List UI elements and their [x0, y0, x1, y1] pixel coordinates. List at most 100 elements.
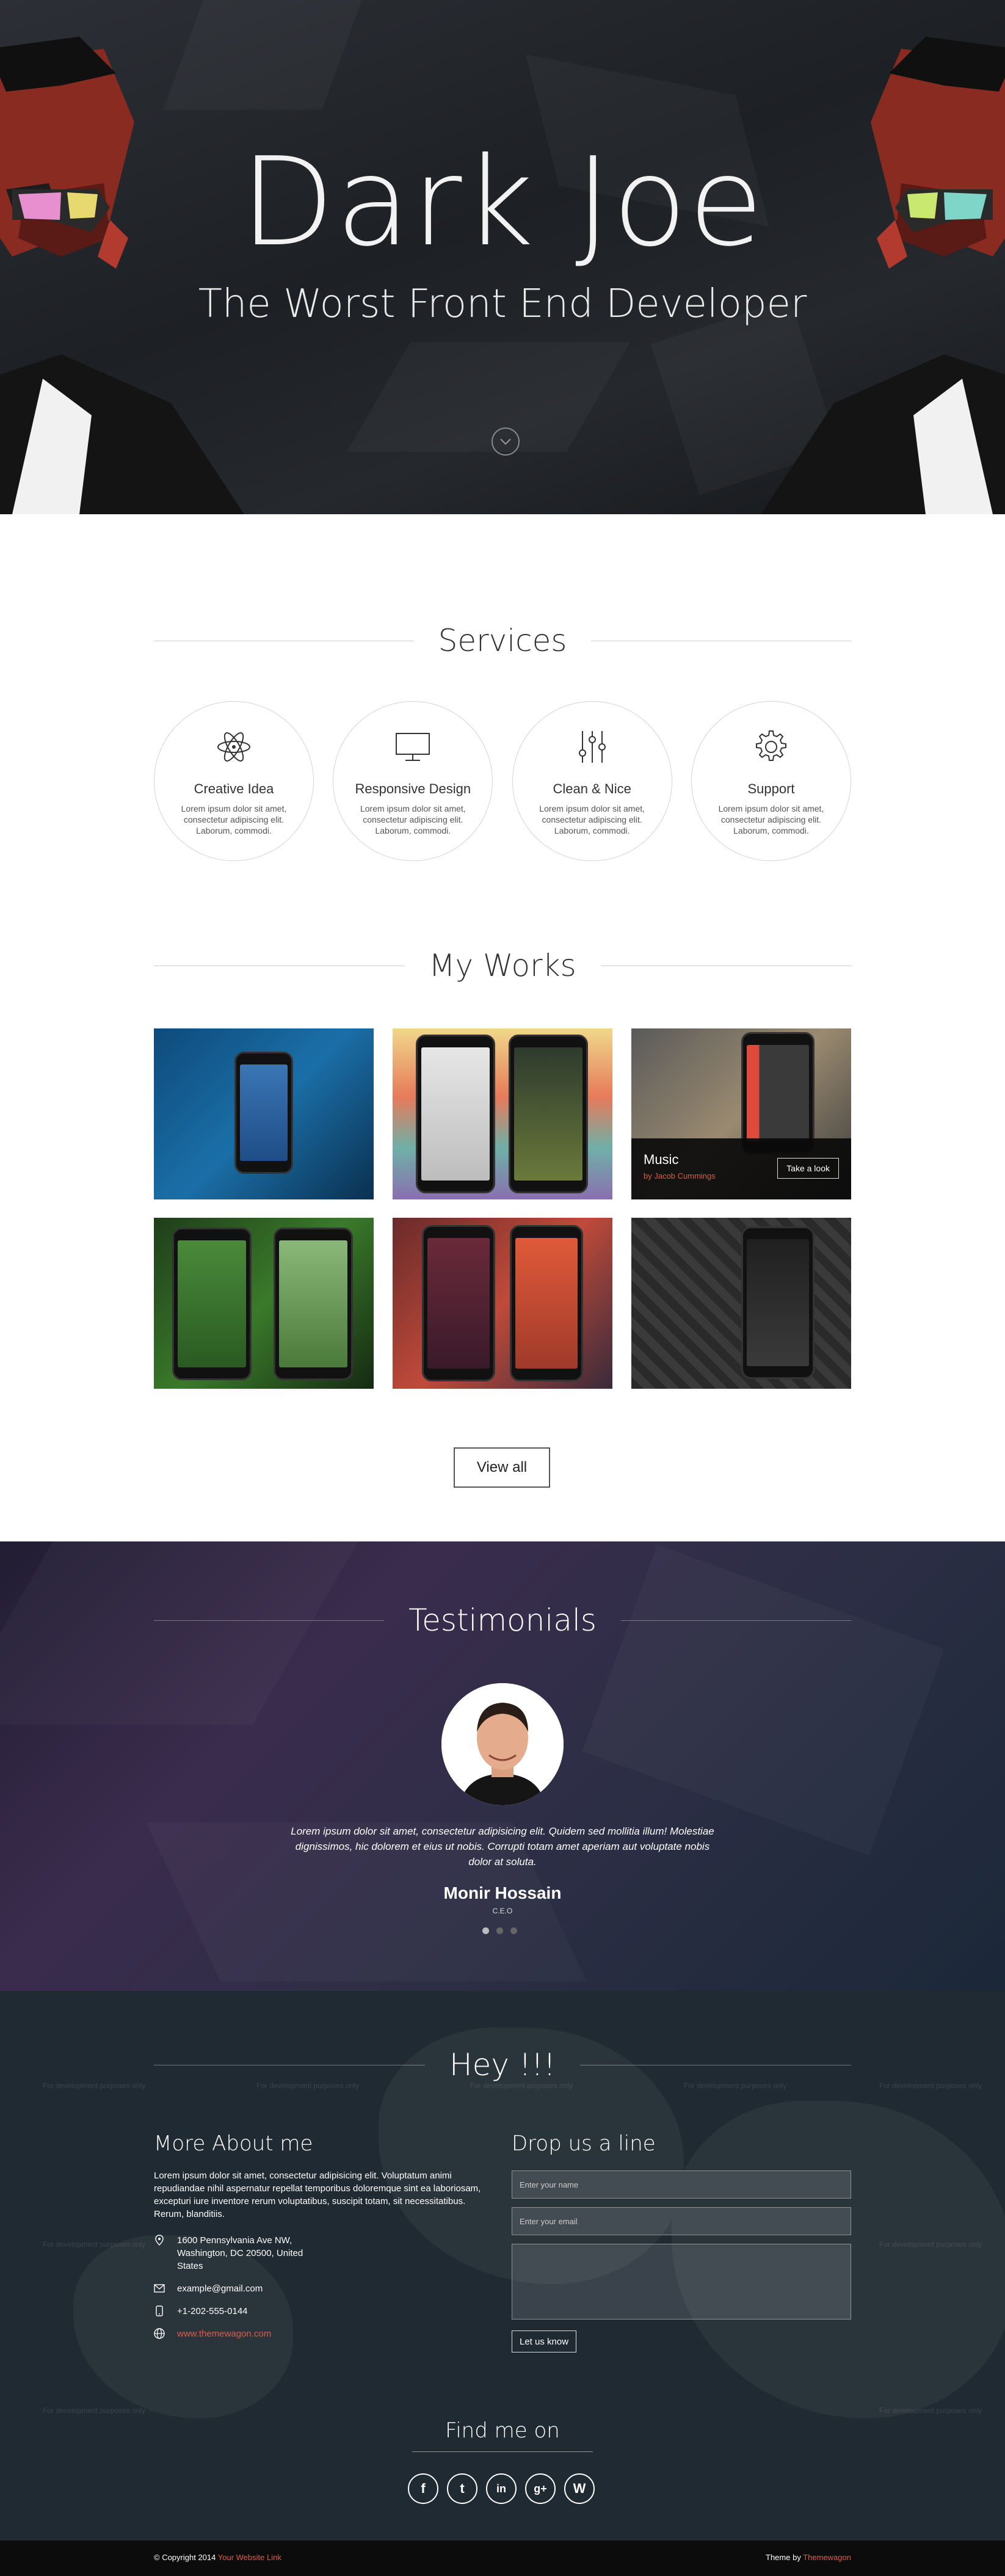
phone-image: [234, 1052, 293, 1174]
gear-icon: [755, 730, 786, 761]
carousel-dot[interactable]: [496, 1927, 503, 1934]
contact-heading: Hey !!!: [154, 2047, 852, 2083]
twitter-icon[interactable]: t: [447, 2473, 477, 2504]
service-title: Support: [747, 781, 795, 796]
footer-credit: Theme by Themewagon: [766, 2553, 851, 2562]
testimonial-quote: Lorem ipsum dolor sit amet, consectetur …: [291, 1825, 714, 1868]
phone-icon: [156, 2305, 163, 2316]
service-title: Clean & Nice: [553, 781, 631, 796]
name-field[interactable]: [512, 2170, 851, 2199]
phone-image: [274, 1228, 353, 1380]
work-item[interactable]: [154, 1218, 374, 1389]
work-item[interactable]: [631, 1218, 851, 1389]
phone-image: [510, 1225, 583, 1381]
map-watermark: For development purposes only: [43, 2081, 146, 2090]
social-links: f t in g+ W: [408, 2473, 595, 2504]
testimonial-role: C.E.O: [492, 1907, 513, 1915]
address-text: 1600 Pennsylvania Ave NW, Washington, DC…: [177, 2235, 303, 2271]
send-button[interactable]: Let us know: [512, 2330, 577, 2352]
phone-image: [741, 1226, 815, 1379]
envelope-icon: [154, 2284, 165, 2293]
hero-subtitle: The Worst Front End Developer: [198, 282, 807, 327]
service-text: Lorem ipsum dolor sit amet, consectetur …: [181, 804, 287, 835]
website-link[interactable]: Your Website Link: [218, 2553, 281, 2562]
find-title: Find me on: [412, 2418, 593, 2452]
portrait-right-image: [761, 37, 1005, 514]
email-text: example@gmail.com: [177, 2283, 263, 2294]
location-pin-icon: [155, 2235, 164, 2246]
carousel-dot[interactable]: [510, 1927, 517, 1934]
contact-title: Hey !!!: [449, 2047, 556, 2083]
phone-image: [416, 1035, 495, 1193]
service-text: Lorem ipsum dolor sit amet, consectetur …: [539, 804, 645, 835]
work-item[interactable]: [393, 1218, 612, 1389]
works-grid: Music by Jacob Cummings Take a look: [154, 1028, 851, 1389]
chevron-down-icon: [500, 438, 511, 445]
phone-text: +1-202-555-0144: [177, 2306, 248, 2316]
address-row: 1600 Pennsylvania Ave NW, Washington, DC…: [154, 2234, 496, 2272]
view-all-button[interactable]: View all: [454, 1447, 550, 1488]
service-support: Support Lorem ipsum dolor sit amet, cons…: [691, 701, 851, 861]
linkedin-icon[interactable]: in: [486, 2473, 517, 2504]
facebook-icon[interactable]: f: [408, 2473, 438, 2504]
phone-image: [509, 1035, 588, 1193]
monitor-icon: [396, 733, 430, 761]
hero-title: Dark Joe: [240, 131, 765, 274]
sliders-icon: [578, 731, 606, 763]
divider: [620, 1620, 851, 1621]
map-watermark: For development purposes only: [684, 2081, 787, 2090]
work-item-featured[interactable]: Music by Jacob Cummings Take a look: [631, 1028, 851, 1199]
about-title: More About me: [154, 2131, 313, 2156]
contact-form: Drop us a line Let us know: [512, 2131, 851, 2352]
wordpress-icon[interactable]: W: [564, 2473, 595, 2504]
carousel-dot[interactable]: [482, 1927, 489, 1934]
map-watermark: For development purposes only: [256, 2081, 360, 2090]
work-item[interactable]: [393, 1028, 612, 1199]
map-watermark: For development purposes only: [43, 2240, 146, 2249]
service-responsive-design: Responsive Design Lorem ipsum dolor sit …: [333, 701, 493, 861]
service-title: Responsive Design: [355, 781, 471, 796]
website-row: www.themewagon.com: [154, 2327, 496, 2340]
atom-icon: [217, 732, 250, 762]
globe-icon: [154, 2328, 165, 2339]
about-column: More About me Lorem ipsum dolor sit amet…: [154, 2131, 496, 2340]
email-field[interactable]: [512, 2207, 851, 2235]
footer: © Copyright 2014 Your Website Link Theme…: [0, 2541, 1005, 2576]
map-watermark: For development purposes only: [879, 2406, 982, 2415]
map-watermark: For development purposes only: [879, 2081, 982, 2090]
contact-section: For development purposes only For develo…: [0, 1991, 1005, 2541]
map-watermark: For development purposes only: [43, 2406, 146, 2415]
works-title: My Works: [429, 948, 576, 983]
scroll-down-button[interactable]: [492, 428, 520, 456]
copyright-text: © Copyright 2014: [154, 2553, 216, 2562]
map-watermark: For development purposes only: [879, 2240, 982, 2249]
find-me-on: Find me on: [0, 2418, 1005, 2452]
portrait-left-image: [0, 37, 244, 514]
service-text: Lorem ipsum dolor sit amet, consectetur …: [360, 804, 466, 835]
work-item[interactable]: [154, 1028, 374, 1199]
testimonials-section: Testimonials Lorem ipsum dolor sit amet,…: [0, 1541, 1005, 1991]
phone-row: +1-202-555-0144: [154, 2305, 496, 2318]
website-link[interactable]: www.themewagon.com: [177, 2327, 271, 2340]
phone-image: [172, 1228, 252, 1380]
service-text: Lorem ipsum dolor sit amet, consectetur …: [718, 804, 824, 835]
phone-image: [741, 1032, 815, 1154]
avatar: [441, 1683, 564, 1805]
services-heading: Services: [154, 623, 851, 658]
google-plus-icon[interactable]: g+: [525, 2473, 556, 2504]
form-title: Drop us a line: [512, 2131, 656, 2156]
services-list: Creative Idea Lorem ipsum dolor sit amet…: [154, 701, 851, 861]
service-creative-idea: Creative Idea Lorem ipsum dolor sit amet…: [154, 701, 314, 861]
take-a-look-button[interactable]: Take a look: [777, 1158, 839, 1179]
footer-copyright: © Copyright 2014 Your Website Link: [154, 2553, 281, 2562]
theme-by-text: Theme by: [766, 2553, 801, 2562]
divider: [154, 1620, 385, 1621]
work-overlay: Music by Jacob Cummings Take a look: [631, 1138, 851, 1199]
hero-section: Dark Joe The Worst Front End Developer: [0, 0, 1005, 514]
testimonials-title: Testimonials: [408, 1603, 597, 1638]
email-row: example@gmail.com: [154, 2282, 496, 2295]
hero-bg-facet: [347, 342, 630, 452]
themewagon-link[interactable]: Themewagon: [803, 2553, 851, 2562]
message-field[interactable]: [512, 2244, 851, 2319]
map-watermark: For development purposes only: [470, 2081, 573, 2090]
